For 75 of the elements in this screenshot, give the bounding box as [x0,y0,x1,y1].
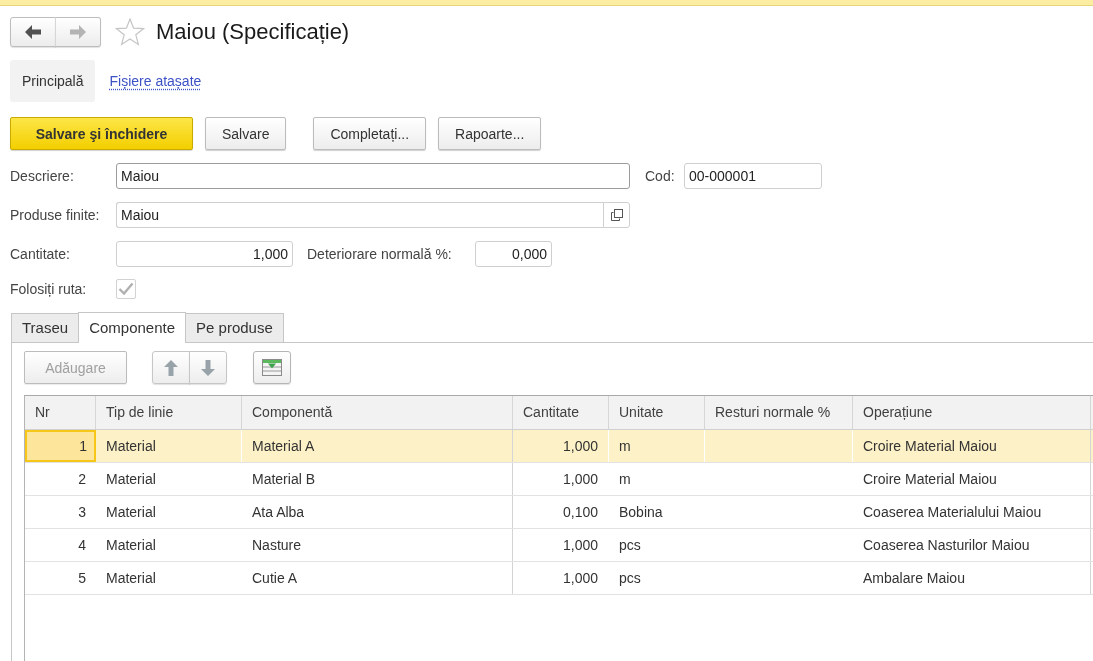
table-cell: Coaserea Nasturilor Maiou [853,529,1091,561]
field-label: Deteriorare normală %: [307,246,453,262]
table-cell: Croire Material Maiou [853,463,1091,495]
tab[interactable]: Componente [78,312,187,343]
table-cell-text: 1,000 [561,470,599,489]
table-row[interactable]: 5 Material Cutie A 1,000 pcs Ambalare Maiou [25,562,1093,595]
table-cell: Ata Alba [242,496,513,528]
move-down-button[interactable] [189,351,227,384]
column-header[interactable]: Cantitate [513,396,609,429]
table-cell: 1,000 [513,430,609,462]
table-cell: Coaserea Materialului Maiou [853,496,1091,528]
command-button[interactable]: Completați... [313,117,427,150]
table-row[interactable]: 1 Material Material A 1,000 m Croire Material Maiou [25,430,1093,463]
window-title: Maiou (Specificație) [156,18,350,46]
overlapping-squares-icon [610,209,623,221]
table-cell-text: 3 [77,503,87,522]
text-field[interactable]: 0,000 [475,241,552,267]
open-button[interactable] [603,202,630,228]
field-label: Descriere: [10,168,75,184]
table-cell-text: Material [105,470,157,489]
star-icon[interactable] [115,18,145,46]
table-row[interactable]: 2 Material Material B 1,000 m Croire Material Maiou [25,463,1093,496]
section-tab[interactable]: Principală [10,60,96,102]
table-cell: Material A [242,430,513,462]
fill-table-button[interactable] [253,351,291,384]
column-header[interactable]: Componentă [242,396,513,429]
column-header[interactable]: Operațiune [853,396,1091,429]
table-row[interactable]: 3 Material Ata Alba 0,100 Bobina Coaserea Materialului Maiou [25,496,1093,529]
column-header[interactable]: Resturi normale % [705,396,853,429]
field-label: Cod: [645,168,676,184]
table-cell-text: Material [105,503,157,522]
arrow-up-icon [164,359,178,376]
column-header[interactable]: Nr [25,396,96,429]
command-button[interactable]: Salvare [205,117,287,150]
table-cell: 1 [25,430,96,462]
table-cell: Material [96,430,242,462]
command-button[interactable]: Rapoarte... [438,117,542,150]
table-cell-text: 5 [77,569,87,588]
text-field[interactable]: Maiou [116,163,630,189]
table-cell-text: 1,000 [561,536,599,555]
table-cell-text: 1,000 [561,569,599,588]
checkmark-icon [118,282,134,296]
text-field[interactable]: 00-000001 [684,163,822,189]
table-cell-text: pcs [618,569,642,588]
table-cell-text: Material [105,536,157,555]
table-cell-text: 0,100 [561,503,599,522]
table-cell: Cutie A [242,562,513,594]
arrow-right-icon [70,25,86,39]
arrow-down-icon [201,359,215,376]
move-up-button[interactable] [152,351,190,384]
table-cell: Nasture [242,529,513,561]
table-cell-text: m [618,470,632,489]
table-cell-text: Bobina [618,503,664,522]
table-cell: Croire Material Maiou [853,430,1091,462]
field-label: Folosiți ruta: [10,281,88,297]
arrow-left-icon [25,25,41,39]
column-header[interactable]: Unitate [609,396,705,429]
table-cell-text: Material [105,569,157,588]
table-cell-text: pcs [618,536,642,555]
table-row[interactable]: 4 Material Nasture 1,000 pcs Coaserea Nasturilor Maiou [25,529,1093,562]
column-header[interactable]: Tip de linie [96,396,242,429]
text-field[interactable]: 1,000 [116,241,293,267]
back-button[interactable] [10,17,56,47]
tab[interactable]: Pe produse [185,313,284,342]
table-cell: Ambalare Maiou [853,562,1091,594]
table-cell: m [609,430,705,462]
section-link[interactable]: Fișiere atașate [109,73,202,89]
table-cell-text: 2 [77,470,87,489]
table-cell: Material B [242,463,513,495]
table-cell-text: 4 [77,536,87,555]
primary-button[interactable]: Salvare şi închidere [10,117,193,150]
field-label: Produse finite: [10,207,101,223]
field-label: Cantitate: [10,246,71,262]
text-field[interactable]: Maiou [116,202,603,228]
tab[interactable]: Traseu [11,313,80,342]
